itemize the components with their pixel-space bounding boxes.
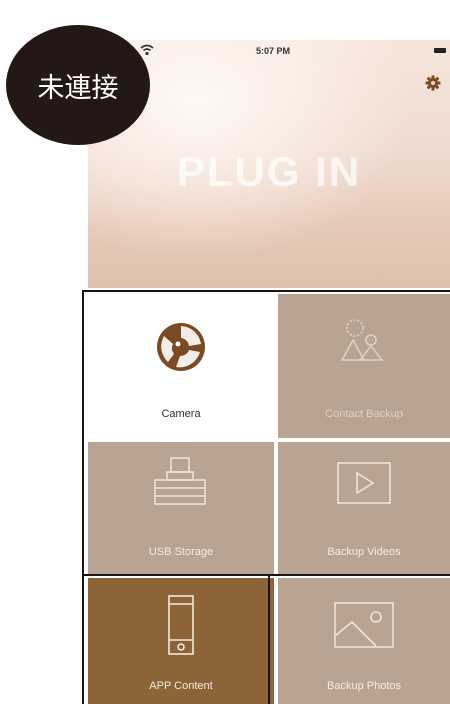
- tile-label: USB Storage: [148, 546, 214, 558]
- tile-label: Contact Backup: [325, 408, 403, 420]
- status-time: 5:07 PM: [255, 46, 290, 56]
- tile-camera[interactable]: Camera: [88, 294, 274, 438]
- tile-label: Camera: [161, 408, 201, 420]
- tile-usb-storage[interactable]: USB Storage: [88, 442, 274, 574]
- page-title: PLUG IN: [176, 148, 362, 195]
- video-icon: [337, 462, 391, 504]
- tile-app-content[interactable]: APP Content: [88, 578, 274, 704]
- contacts-icon: [340, 319, 384, 361]
- connection-status-badge: 未連接: [6, 25, 150, 145]
- gear-icon[interactable]: [425, 75, 441, 91]
- usb-storage-icon: [154, 457, 206, 505]
- battery-icon: [434, 48, 446, 53]
- wifi-icon: [140, 44, 154, 56]
- tile-backup-videos[interactable]: Backup Videos: [278, 442, 450, 574]
- tile-label: APP Content: [149, 680, 213, 692]
- phone-icon: [168, 595, 194, 655]
- tile-label: Backup Photos: [327, 680, 401, 692]
- camera-icon: [157, 323, 205, 371]
- tile-label: Backup Videos: [327, 546, 401, 558]
- tile-backup-photos[interactable]: Backup Photos: [278, 578, 450, 704]
- tile-contact-backup[interactable]: Contact Backup: [278, 294, 450, 438]
- photo-icon: [334, 602, 394, 648]
- app-screen: 5:07 PM PLUG IN Camera Contact Backup US…: [88, 40, 450, 704]
